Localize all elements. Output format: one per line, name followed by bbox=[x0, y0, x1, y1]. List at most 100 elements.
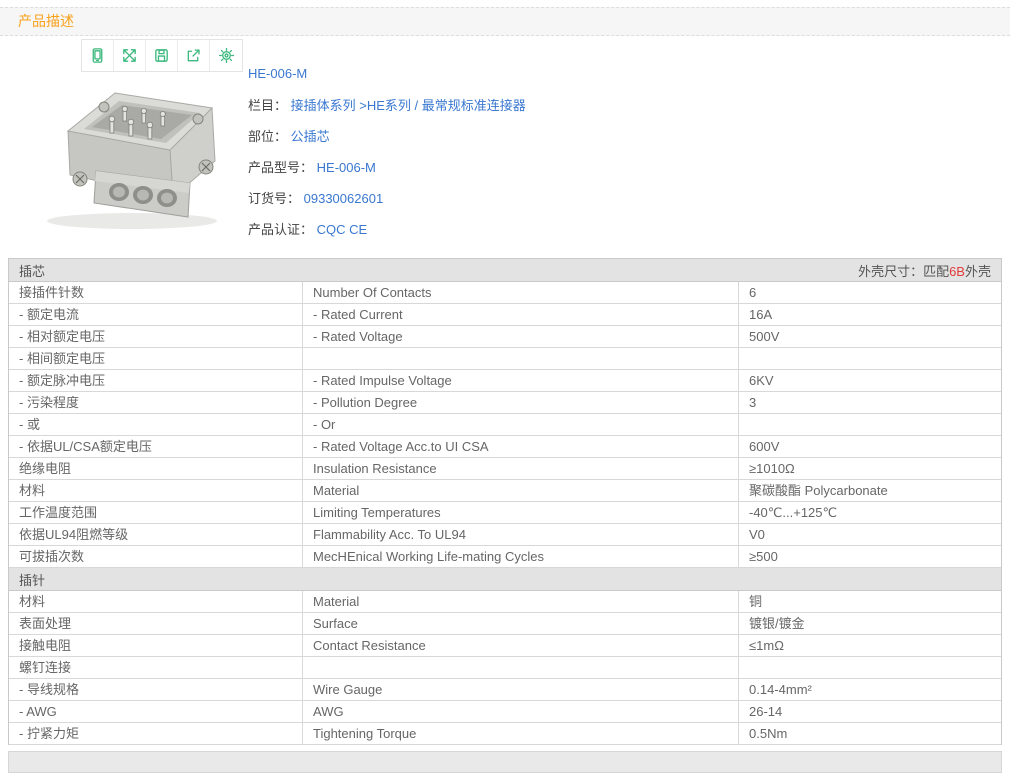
spec-value: 3 bbox=[739, 392, 1001, 413]
order-number-link[interactable]: 09330062601 bbox=[304, 191, 384, 206]
spec-label-en: Contact Resistance bbox=[303, 635, 739, 656]
spec-value bbox=[739, 414, 1001, 435]
part-link[interactable]: 公插芯 bbox=[291, 129, 330, 144]
page-title-bar: 产品描述 bbox=[0, 7, 1010, 36]
spec-label-cn: 表面处理 bbox=[9, 613, 303, 634]
connector-photo bbox=[20, 75, 240, 235]
spec-row: - 拧紧力矩Tightening Torque0.5Nm bbox=[9, 723, 1001, 745]
spec-label-en: Flammability Acc. To UL94 bbox=[303, 524, 739, 545]
spec-label-en bbox=[303, 348, 739, 369]
next-section-bar bbox=[8, 751, 1002, 773]
spec-value: -40℃...+125℃ bbox=[739, 502, 1001, 523]
spec-label-cn: 螺钉连接 bbox=[9, 657, 303, 678]
spec-label-cn: 接插件针数 bbox=[9, 282, 303, 303]
share-icon bbox=[185, 47, 202, 64]
spec-label-cn: - 拧紧力矩 bbox=[9, 723, 303, 744]
field-label: 栏目： bbox=[248, 98, 287, 113]
field-label: 订货号： bbox=[248, 191, 300, 206]
mobile-preview-button[interactable] bbox=[82, 40, 114, 71]
spec-label-en bbox=[303, 657, 739, 678]
field-label: 产品型号： bbox=[248, 160, 313, 175]
spec-row: 依据UL94阻燃等级Flammability Acc. To UL94V0 bbox=[9, 524, 1001, 546]
product-field-row: 栏目： 接插体系列 >HE系列 / 最常规标准连接器 bbox=[248, 95, 526, 109]
section-note: 外壳尺寸：匹配6B外壳 bbox=[858, 261, 991, 280]
spec-value: 6 bbox=[739, 282, 1001, 303]
spec-label-cn: 材料 bbox=[9, 591, 303, 612]
spec-value: 6KV bbox=[739, 370, 1001, 391]
fullscreen-button[interactable] bbox=[114, 40, 146, 71]
spec-label-en: - Rated Voltage bbox=[303, 326, 739, 347]
spec-label-cn: - 额定脉冲电压 bbox=[9, 370, 303, 391]
spec-row: - 额定电流- Rated Current16A bbox=[9, 304, 1001, 326]
spec-label-en: Tightening Torque bbox=[303, 723, 739, 744]
section-title: 插针 bbox=[19, 570, 45, 589]
spec-label-cn: - 污染程度 bbox=[9, 392, 303, 413]
product-field-row: 产品型号： HE-006-M bbox=[248, 157, 526, 171]
spec-value: V0 bbox=[739, 524, 1001, 545]
spec-row: - AWGAWG26-14 bbox=[9, 701, 1001, 723]
model-link[interactable]: HE-006-M bbox=[317, 160, 376, 175]
spec-row: - 污染程度- Pollution Degree3 bbox=[9, 392, 1001, 414]
spec-label-cn: 接触电阻 bbox=[9, 635, 303, 656]
spec-value: ≥1010Ω bbox=[739, 458, 1001, 479]
spec-label-cn: 材料 bbox=[9, 480, 303, 501]
product-field-row: 产品认证： CQC CE bbox=[248, 219, 526, 233]
settings-button[interactable] bbox=[210, 40, 242, 71]
save-button[interactable] bbox=[146, 40, 178, 71]
product-info: HE-006-M 栏目： 接插体系列 >HE系列 / 最常规标准连接器 部位： … bbox=[248, 66, 526, 250]
section-header: 插芯 外壳尺寸：匹配6B外壳 bbox=[9, 259, 1001, 282]
spec-row: 螺钉连接 bbox=[9, 657, 1001, 679]
spec-label-en: Limiting Temperatures bbox=[303, 502, 739, 523]
spec-label-en: Material bbox=[303, 591, 739, 612]
spec-value: 0.14-4mm² bbox=[739, 679, 1001, 700]
spec-label-cn: - 额定电流 bbox=[9, 304, 303, 325]
product-field-row: 订货号： 09330062601 bbox=[248, 188, 526, 202]
spec-row: 表面处理Surface镀银/镀金 bbox=[9, 613, 1001, 635]
spec-label-en: - Rated Voltage Acc.to UI CSA bbox=[303, 436, 739, 457]
spec-row: 接插件针数Number Of Contacts6 bbox=[9, 282, 1001, 304]
spec-value: 镀银/镀金 bbox=[739, 613, 1001, 634]
spec-label-cn: 可拔插次数 bbox=[9, 546, 303, 567]
spec-row: 工作温度范围Limiting Temperatures-40℃...+125℃ bbox=[9, 502, 1001, 524]
spec-row: - 依据UL/CSA额定电压- Rated Voltage Acc.to UI … bbox=[9, 436, 1001, 458]
spec-label-cn: - 依据UL/CSA额定电压 bbox=[9, 436, 303, 457]
spec-row: 材料Material聚碳酸酯 Polycarbonate bbox=[9, 480, 1001, 502]
spec-label-en: - Pollution Degree bbox=[303, 392, 739, 413]
spec-label-cn: - 相对额定电压 bbox=[9, 326, 303, 347]
spec-value: 0.5Nm bbox=[739, 723, 1001, 744]
spec-row: - 相对额定电压- Rated Voltage500V bbox=[9, 326, 1001, 348]
spec-label-en: - Or bbox=[303, 414, 739, 435]
spec-label-en: MecHEnical Working Life-mating Cycles bbox=[303, 546, 739, 567]
spec-row: 接触电阻Contact Resistance≤1mΩ bbox=[9, 635, 1001, 657]
spec-row: 绝缘电阻Insulation Resistance≥1010Ω bbox=[9, 458, 1001, 480]
housing-size-highlight: 6B bbox=[949, 264, 965, 279]
spec-label-cn: 工作温度范围 bbox=[9, 502, 303, 523]
section-header: 插针 bbox=[9, 568, 1001, 591]
share-button[interactable] bbox=[178, 40, 210, 71]
section-title: 插芯 bbox=[19, 261, 45, 280]
spec-label-en: Material bbox=[303, 480, 739, 501]
field-label: 产品认证： bbox=[248, 222, 313, 237]
spec-row: 可拔插次数MecHEnical Working Life-mating Cycl… bbox=[9, 546, 1001, 568]
spec-label-cn: - 相间额定电压 bbox=[9, 348, 303, 369]
expand-icon bbox=[121, 47, 138, 64]
spec-value: 600V bbox=[739, 436, 1001, 457]
spec-row: - 导线规格Wire Gauge0.14-4mm² bbox=[9, 679, 1001, 701]
spec-label-cn: - 导线规格 bbox=[9, 679, 303, 700]
spec-label-cn: 绝缘电阻 bbox=[9, 458, 303, 479]
spec-value: ≥500 bbox=[739, 546, 1001, 567]
spec-label-cn: - AWG bbox=[9, 701, 303, 722]
spec-value: 铜 bbox=[739, 591, 1001, 612]
certification-link[interactable]: CQC CE bbox=[317, 222, 368, 237]
spec-label-en: AWG bbox=[303, 701, 739, 722]
product-image[interactable] bbox=[20, 75, 240, 235]
save-icon bbox=[153, 47, 170, 64]
spec-label-cn: - 或 bbox=[9, 414, 303, 435]
spec-value: 500V bbox=[739, 326, 1001, 347]
category-link[interactable]: 接插体系列 >HE系列 / 最常规标准连接器 bbox=[291, 98, 526, 113]
mobile-icon bbox=[89, 47, 106, 64]
product-title-link[interactable]: HE-006-M bbox=[248, 66, 526, 81]
spec-table: 插芯外壳尺寸：匹配6B外壳接插件针数Number Of Contacts6- 额… bbox=[8, 258, 1002, 745]
spec-value bbox=[739, 348, 1001, 369]
spec-value: ≤1mΩ bbox=[739, 635, 1001, 656]
